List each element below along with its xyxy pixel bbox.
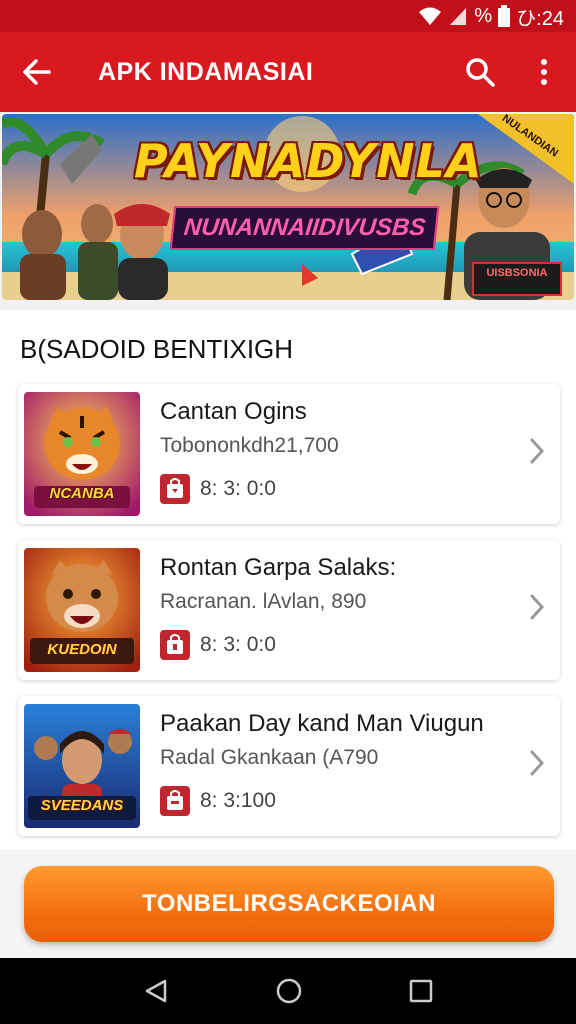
app-meta-text: 8: 3: 0:0 [200, 633, 276, 656]
app-meta: 8: 3:100 [160, 786, 276, 816]
nav-back-icon[interactable] [143, 978, 169, 1004]
app-meta: 8: 3: 0:0 [160, 630, 276, 660]
chevron-right-icon [530, 750, 545, 776]
more-vert-icon [541, 59, 547, 85]
thumbnail-label: SVEEDANS [40, 797, 124, 814]
signal-icon [450, 8, 467, 25]
chevron-right-icon [530, 594, 545, 620]
app-thumbnail: SVEEDANS [24, 704, 140, 828]
more-options-button[interactable] [512, 32, 576, 112]
app-bar: APK INDAMASIAI [0, 32, 576, 112]
app-list-section: B(SADOID BENTIXIGH NCANBA Cantan Ogins T… [0, 310, 576, 850]
app-meta: 8: 3: 0:0 [160, 474, 276, 504]
promo-banner[interactable]: PAYNADYNLA NUNANNAIIDIVUSBS NULANDIAN UI… [2, 114, 574, 300]
thumbnail-label: NCANBA [49, 485, 115, 502]
status-bar: % ひ:24 [0, 0, 576, 32]
shopping-bag-icon [160, 474, 190, 504]
shopping-bag-icon [160, 630, 190, 660]
app-subtitle: Tobononkdh21,700 [160, 434, 339, 457]
search-icon [466, 58, 495, 87]
back-button[interactable] [0, 32, 72, 112]
primary-cta-button[interactable]: TONBELIRGSACKEOIAN [24, 866, 554, 942]
app-meta-text: 8: 3:100 [200, 789, 276, 812]
list-item[interactable]: NCANBA Cantan Ogins Tobononkdh21,700 8: … [18, 384, 560, 524]
app-name: Cantan Ogins [160, 398, 307, 425]
search-button[interactable] [448, 32, 512, 112]
app-thumbnail: KUEDOIN [24, 548, 140, 672]
back-arrow-icon [23, 59, 51, 85]
banner-title: PAYNADYNLA [134, 134, 483, 188]
section-title: B(SADOID BENTIXIGH [20, 334, 294, 364]
hero-badge: UISBSONIA [472, 262, 562, 296]
battery-percent: % [474, 4, 493, 27]
app-subtitle: Racranan. lAvlan, 890 [160, 590, 367, 613]
wifi-icon [419, 7, 442, 25]
app-subtitle: Radal Gkankaan (A790 [160, 746, 379, 769]
battery-icon [498, 5, 511, 27]
list-item[interactable]: SVEEDANS Paakan Day kand Man Viugun Rada… [18, 696, 560, 836]
nav-recents-icon[interactable] [409, 979, 433, 1003]
status-time: ひ:24 [516, 7, 564, 30]
chevron-right-icon [530, 438, 545, 464]
shopping-bag-icon [160, 786, 190, 816]
app-name: Paakan Day kand Man Viugun [160, 710, 484, 737]
system-nav-bar [0, 958, 576, 1024]
app-meta-text: 8: 3: 0:0 [200, 477, 276, 500]
banner-subtitle: NUNANNAIIDIVUSBS [169, 206, 440, 250]
app-name: Rontan Garpa Salaks: [160, 554, 397, 581]
app-thumbnail: NCANBA [24, 392, 140, 516]
list-item[interactable]: KUEDOIN Rontan Garpa Salaks: Racranan. l… [18, 540, 560, 680]
thumbnail-label: KUEDOIN [47, 641, 117, 658]
page-title: APK INDAMASIAI [98, 57, 314, 86]
nav-home-icon[interactable] [275, 977, 303, 1005]
